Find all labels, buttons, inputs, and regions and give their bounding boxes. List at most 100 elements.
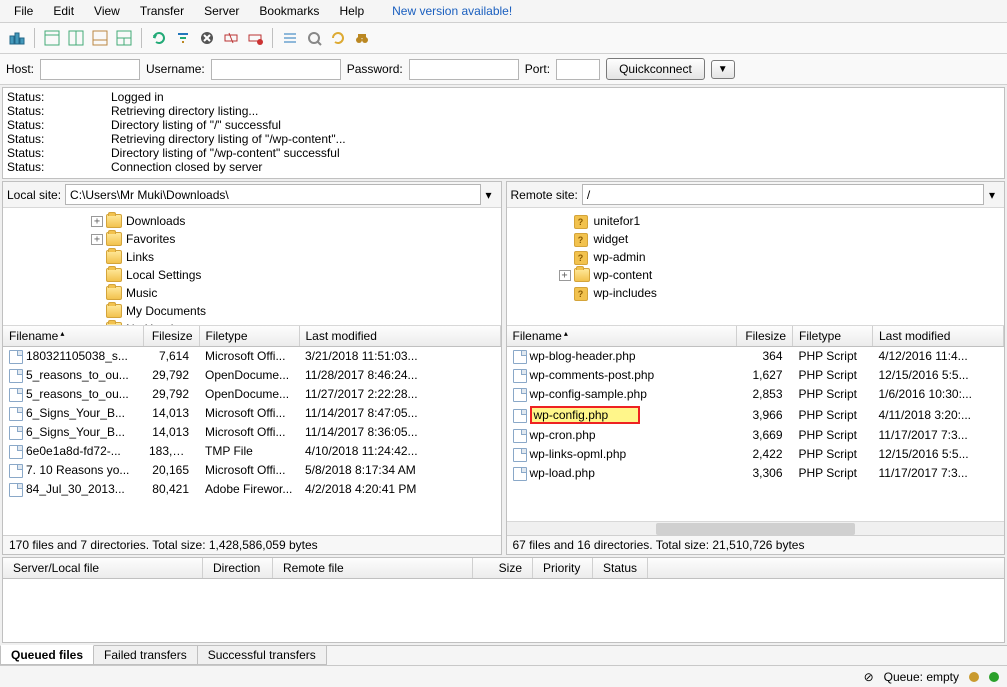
layout4-icon[interactable] bbox=[113, 27, 135, 49]
quickconnect-button[interactable]: Quickconnect bbox=[606, 58, 705, 80]
file-size: 3,306 bbox=[737, 464, 793, 483]
tree-item[interactable]: Music bbox=[5, 284, 499, 302]
tree-item[interactable]: +Favorites bbox=[5, 230, 499, 248]
unknown-folder-icon bbox=[574, 286, 590, 300]
file-row[interactable]: 84_Jul_30_2013...80,421Adobe Firewor...4… bbox=[3, 480, 500, 499]
cancel-icon[interactable] bbox=[196, 27, 218, 49]
remote-path-input[interactable] bbox=[582, 184, 984, 205]
remote-horizontal-scrollbar[interactable] bbox=[507, 521, 1005, 535]
expand-toggle[interactable]: + bbox=[91, 234, 103, 245]
file-modified: 11/27/2017 2:22:28... bbox=[299, 385, 500, 404]
tab-successful-transfers[interactable]: Successful transfers bbox=[197, 646, 327, 665]
tree-item[interactable]: My Documents bbox=[5, 302, 499, 320]
file-modified: 1/6/2016 10:30:... bbox=[873, 385, 1004, 404]
col-filesize[interactable]: Filesize bbox=[143, 326, 199, 347]
menu-file[interactable]: File bbox=[4, 2, 43, 20]
message-log[interactable]: Status:Logged inStatus:Retrieving direct… bbox=[2, 87, 1005, 179]
tree-label: Music bbox=[126, 286, 157, 300]
tree-item[interactable]: +Downloads bbox=[5, 212, 499, 230]
file-row[interactable]: wp-config.php3,966PHP Script4/11/2018 3:… bbox=[507, 404, 1004, 426]
filter-icon[interactable] bbox=[172, 27, 194, 49]
menu-server[interactable]: Server bbox=[194, 2, 249, 20]
log-key: Status: bbox=[7, 104, 111, 118]
col-filetype[interactable]: Filetype bbox=[793, 326, 873, 347]
menu-bookmarks[interactable]: Bookmarks bbox=[249, 2, 329, 20]
tree-item[interactable]: widget bbox=[509, 230, 1003, 248]
update-available-link[interactable]: New version available! bbox=[382, 2, 522, 20]
disconnect-icon[interactable] bbox=[220, 27, 242, 49]
layout1-icon[interactable] bbox=[41, 27, 63, 49]
expand-toggle[interactable]: + bbox=[91, 216, 103, 227]
file-row[interactable]: wp-cron.php3,669PHP Script11/17/2017 7:3… bbox=[507, 426, 1004, 445]
tree-item[interactable]: + wp-content bbox=[509, 266, 1003, 284]
tab-failed-transfers[interactable]: Failed transfers bbox=[93, 646, 198, 665]
port-input[interactable] bbox=[556, 59, 600, 80]
file-row[interactable]: 6e0e1a8d-fd72-...183,702TMP File4/10/201… bbox=[3, 442, 500, 461]
col-filename[interactable]: Filename▴ bbox=[507, 326, 737, 347]
local-directory-tree[interactable]: +Downloads+FavoritesLinksLocal Settings M… bbox=[3, 208, 501, 326]
local-path-dropdown[interactable]: ▾ bbox=[481, 188, 497, 202]
file-row[interactable]: 5_reasons_to_ou...29,792OpenDocume...11/… bbox=[3, 366, 500, 385]
menu-edit[interactable]: Edit bbox=[43, 2, 84, 20]
file-row[interactable]: wp-comments-post.php1,627PHP Script12/15… bbox=[507, 366, 1004, 385]
tree-label: wp-content bbox=[594, 268, 653, 282]
reconnect-icon[interactable] bbox=[244, 27, 266, 49]
file-row[interactable]: 6_Signs_Your_B...14,013Microsoft Offi...… bbox=[3, 404, 500, 423]
binoculars-icon[interactable] bbox=[351, 27, 373, 49]
layout3-icon[interactable] bbox=[89, 27, 111, 49]
folder-icon bbox=[574, 268, 590, 282]
file-row[interactable]: 6_Signs_Your_B...14,013Microsoft Offi...… bbox=[3, 423, 500, 442]
search-icon[interactable] bbox=[327, 27, 349, 49]
file-row[interactable]: wp-blog-header.php364PHP Script4/12/2016… bbox=[507, 347, 1004, 366]
tree-item[interactable]: unitefor1 bbox=[509, 212, 1003, 230]
file-row[interactable]: 7. 10 Reasons yo...20,165Microsoft Offi.… bbox=[3, 461, 500, 480]
expand-toggle[interactable]: + bbox=[559, 270, 571, 281]
tree-item[interactable]: Links bbox=[5, 248, 499, 266]
tree-item[interactable]: wp-includes bbox=[509, 284, 1003, 302]
menu-view[interactable]: View bbox=[84, 2, 130, 20]
file-size: 2,853 bbox=[737, 385, 793, 404]
compare-icon[interactable] bbox=[279, 27, 301, 49]
menu-help[interactable]: Help bbox=[329, 2, 374, 20]
queue-col[interactable]: Server/Local file bbox=[3, 558, 203, 578]
local-file-list[interactable]: Filename▴ Filesize Filetype Last modifie… bbox=[3, 326, 501, 535]
username-input[interactable] bbox=[211, 59, 341, 80]
col-filename[interactable]: Filename▴ bbox=[3, 326, 143, 347]
col-modified[interactable]: Last modified bbox=[299, 326, 500, 347]
queue-col[interactable]: Size bbox=[473, 558, 533, 578]
log-key: Status: bbox=[7, 146, 111, 160]
queue-col[interactable]: Status bbox=[593, 558, 648, 578]
file-type: PHP Script bbox=[793, 347, 873, 366]
remote-directory-tree[interactable]: unitefor1widgetwp-admin + wp-content wp-inc… bbox=[507, 208, 1005, 326]
menu-transfer[interactable]: Transfer bbox=[130, 2, 194, 20]
col-filetype[interactable]: Filetype bbox=[199, 326, 299, 347]
file-type: PHP Script bbox=[793, 445, 873, 464]
quickconnect-dropdown[interactable]: ▼ bbox=[711, 60, 735, 79]
col-filesize[interactable]: Filesize bbox=[737, 326, 793, 347]
layout2-icon[interactable] bbox=[65, 27, 87, 49]
queue-col[interactable]: Direction bbox=[203, 558, 273, 578]
file-row[interactable]: wp-config-sample.php2,853PHP Script1/6/2… bbox=[507, 385, 1004, 404]
queue-col[interactable]: Priority bbox=[533, 558, 593, 578]
password-input[interactable] bbox=[409, 59, 519, 80]
sync-browse-icon[interactable] bbox=[303, 27, 325, 49]
refresh-icon[interactable] bbox=[148, 27, 170, 49]
tree-item[interactable]: wp-admin bbox=[509, 248, 1003, 266]
file-type: PHP Script bbox=[793, 366, 873, 385]
file-type: TMP File bbox=[199, 442, 299, 461]
site-manager-icon[interactable] bbox=[6, 27, 28, 49]
col-modified[interactable]: Last modified bbox=[873, 326, 1004, 347]
queue-col[interactable]: Remote file bbox=[273, 558, 473, 578]
remote-path-dropdown[interactable]: ▾ bbox=[984, 188, 1000, 202]
file-row[interactable]: 180321105038_s...7,614Microsoft Offi...3… bbox=[3, 347, 500, 366]
host-input[interactable] bbox=[40, 59, 140, 80]
log-msg: Connection closed by server bbox=[111, 160, 262, 174]
tab-queued-files[interactable]: Queued files bbox=[0, 645, 94, 665]
remote-file-list[interactable]: Filename▴ Filesize Filetype Last modifie… bbox=[507, 326, 1005, 521]
file-row[interactable]: 5_reasons_to_ou...29,792OpenDocume...11/… bbox=[3, 385, 500, 404]
file-row[interactable]: wp-load.php3,306PHP Script11/17/2017 7:3… bbox=[507, 464, 1004, 483]
file-row[interactable]: wp-links-opml.php2,422PHP Script12/15/20… bbox=[507, 445, 1004, 464]
unknown-folder-icon bbox=[574, 214, 590, 228]
local-path-input[interactable] bbox=[65, 184, 480, 205]
tree-item[interactable]: Local Settings bbox=[5, 266, 499, 284]
